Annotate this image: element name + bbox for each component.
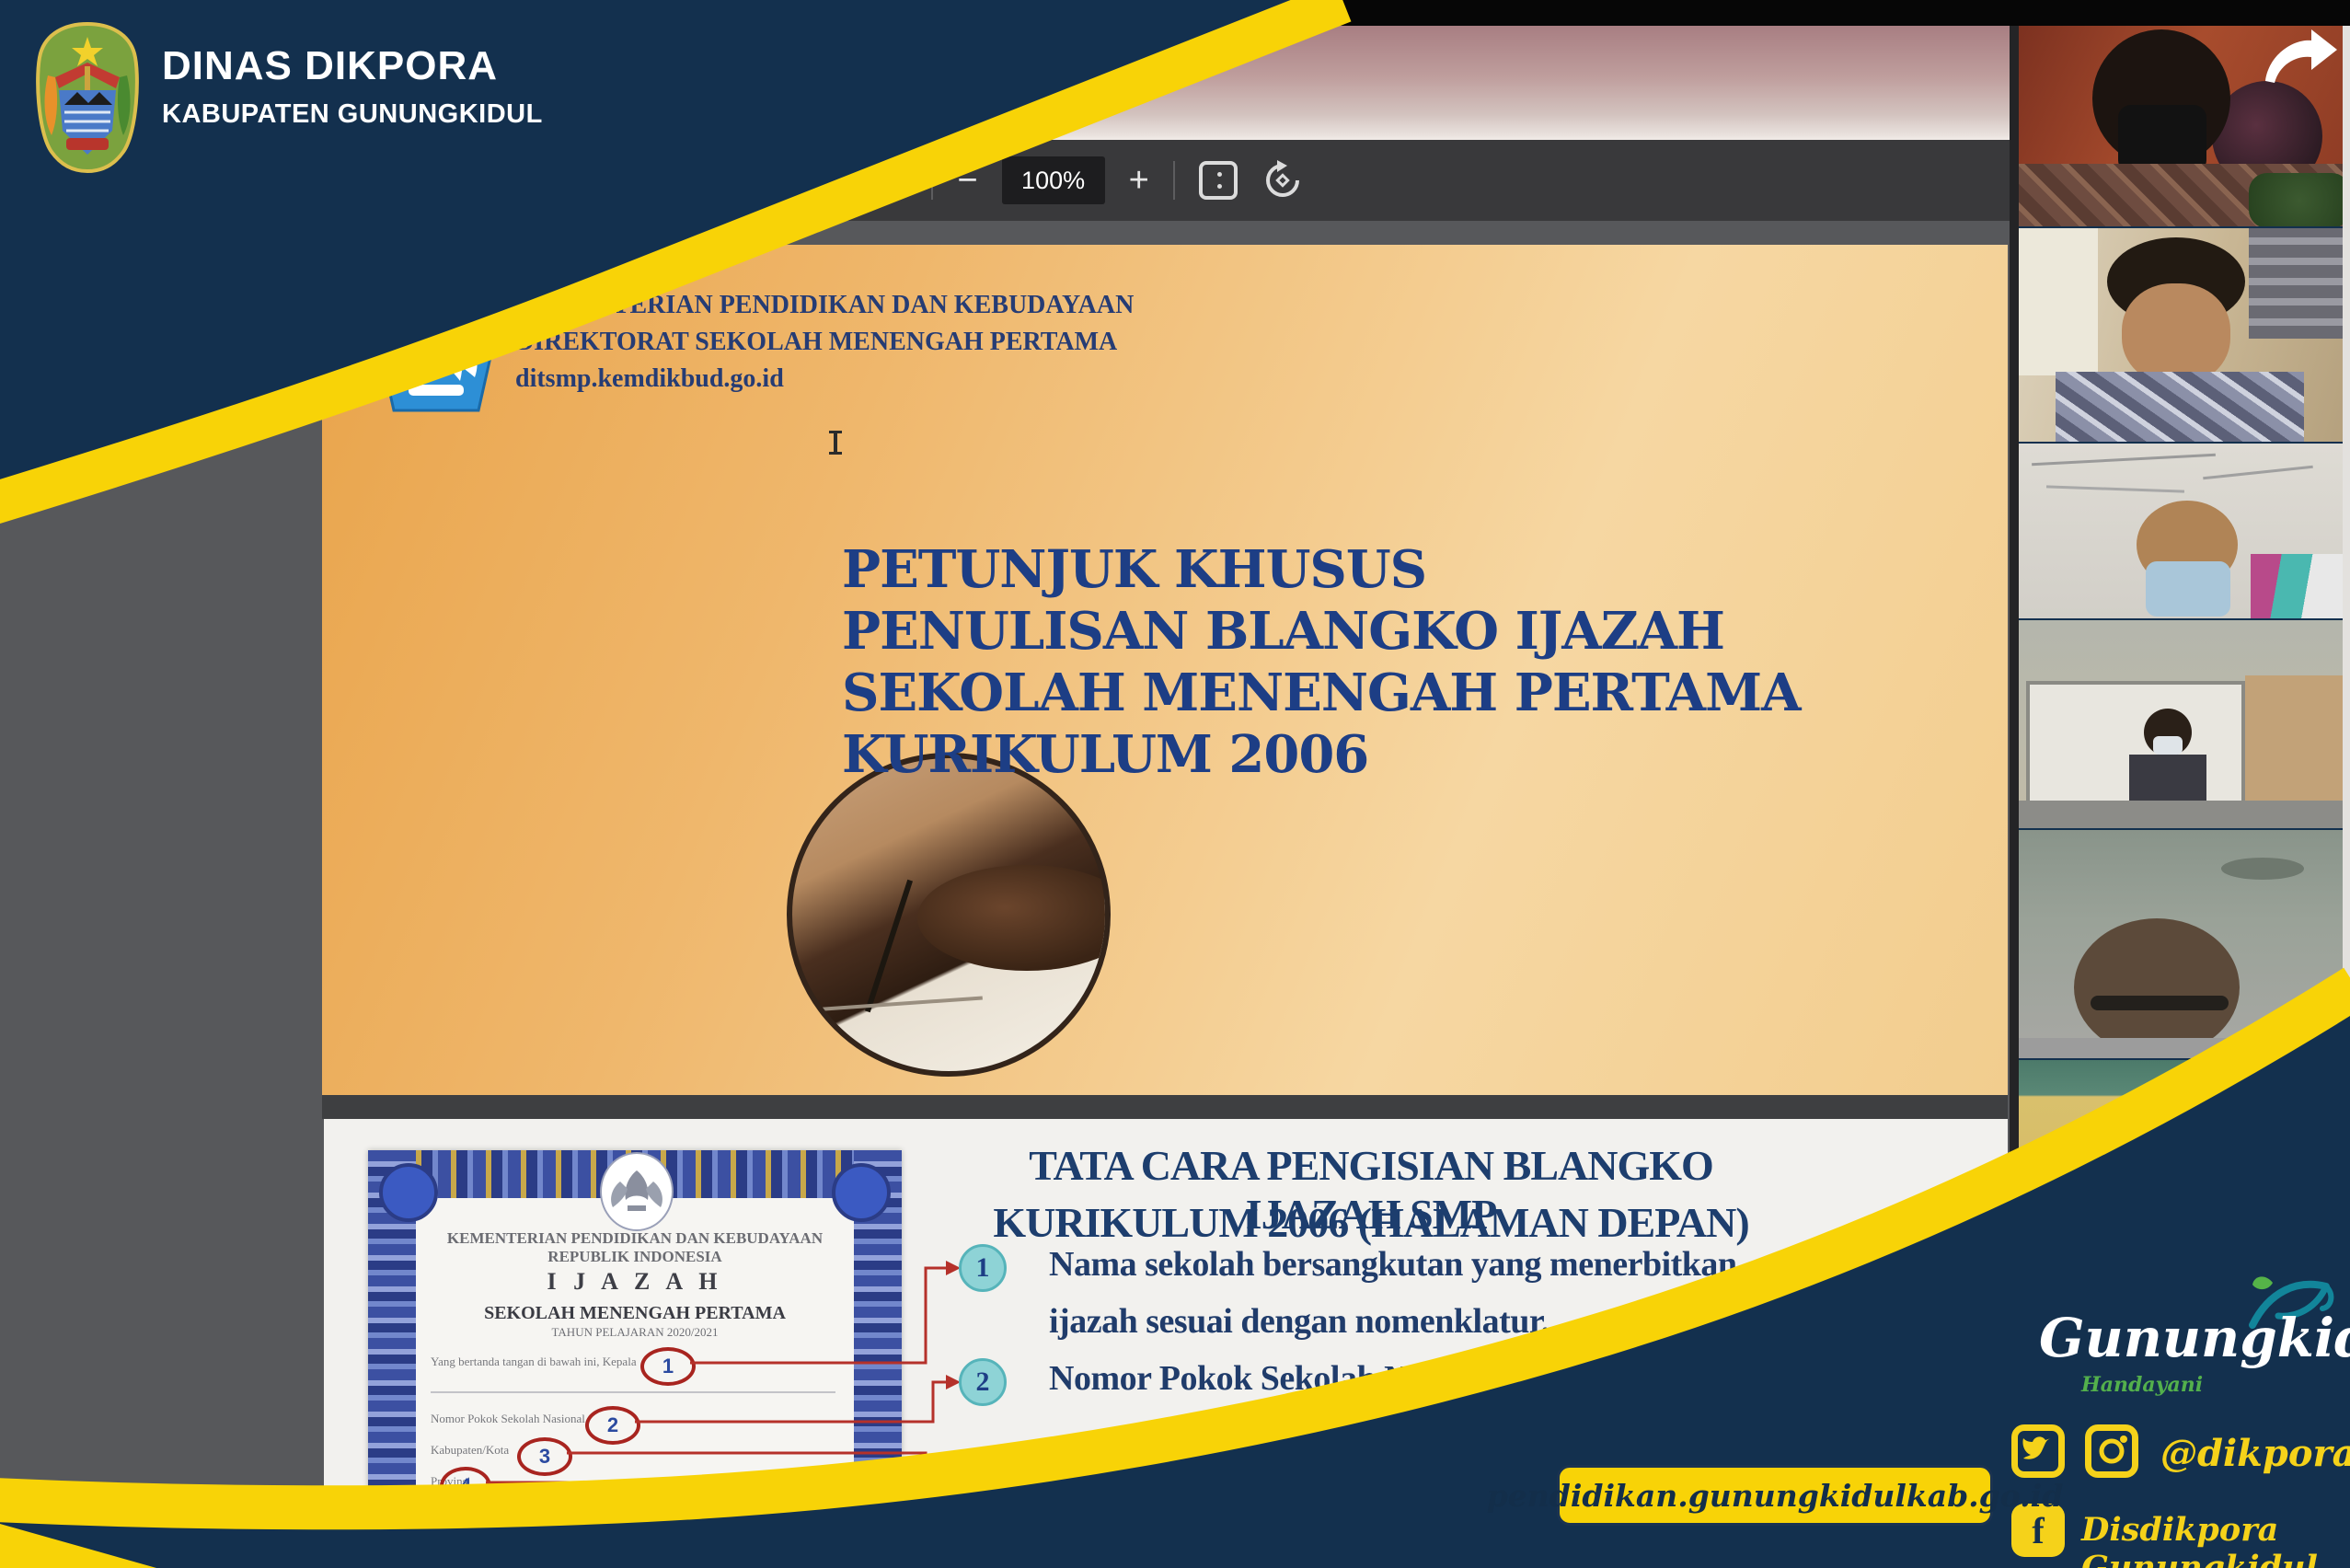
agency-region: KABUPATEN GUNUNGKIDUL: [162, 99, 543, 130]
twitter-icon: [2011, 1424, 2065, 1478]
handayani-label: Handayani: [2081, 1373, 2203, 1397]
website-url: pendidikan.gunungkidulkab.go.id: [1487, 1478, 2064, 1514]
participant-video-6[interactable]: [2019, 1060, 2343, 1253]
participant-video-2[interactable]: [2019, 228, 2343, 442]
mouse-cursor: [834, 431, 837, 455]
participant-video-4[interactable]: [2019, 620, 2343, 828]
gunungkidul-crest: [33, 20, 142, 173]
instagram-icon: [2085, 1424, 2138, 1478]
social-handle: @dikpora_gk: [2160, 1432, 2350, 1475]
screen: 12 / 55 − 100% +: [0, 0, 2350, 1568]
item-3-badge: 3: [959, 1456, 1007, 1504]
item-1-line2: ijazah sesuai dengan nomenklatur.: [1049, 1301, 1549, 1342]
share-arrow-icon[interactable]: [2260, 28, 2341, 86]
item-3-line2: mencoret) m: [1049, 1507, 1233, 1548]
agency-brand: DINAS DIKPORA KABUPATEN GUNUNGKIDUL: [33, 20, 543, 173]
website-badge: pendidikan.gunungkidulkab.go.id: [1557, 1465, 1993, 1526]
item-2-badge: 2: [959, 1358, 1007, 1406]
participant-video-3[interactable]: [2019, 444, 2343, 618]
filmstrip-divider: [2010, 26, 2019, 1568]
facebook-name: Disdikpora Gunungkidul: [2081, 1511, 2350, 1568]
item-1-badge: 1: [959, 1244, 1007, 1292]
item-2-line1: Nomor Pokok Sekolah Nasional (NPSN): [1049, 1358, 1630, 1399]
slide2-title-line2: KURIKULUM 2006 (HALAMAN DEPAN): [948, 1198, 1794, 1247]
item-1-line1: Nama sekolah bersangkutan yang menerbitk…: [1049, 1244, 1737, 1285]
gunungkidul-wordmark: Gunungkidul: [2039, 1307, 2350, 1369]
agency-name: DINAS DIKPORA: [162, 46, 543, 86]
participant-video-5[interactable]: [2019, 830, 2343, 1058]
